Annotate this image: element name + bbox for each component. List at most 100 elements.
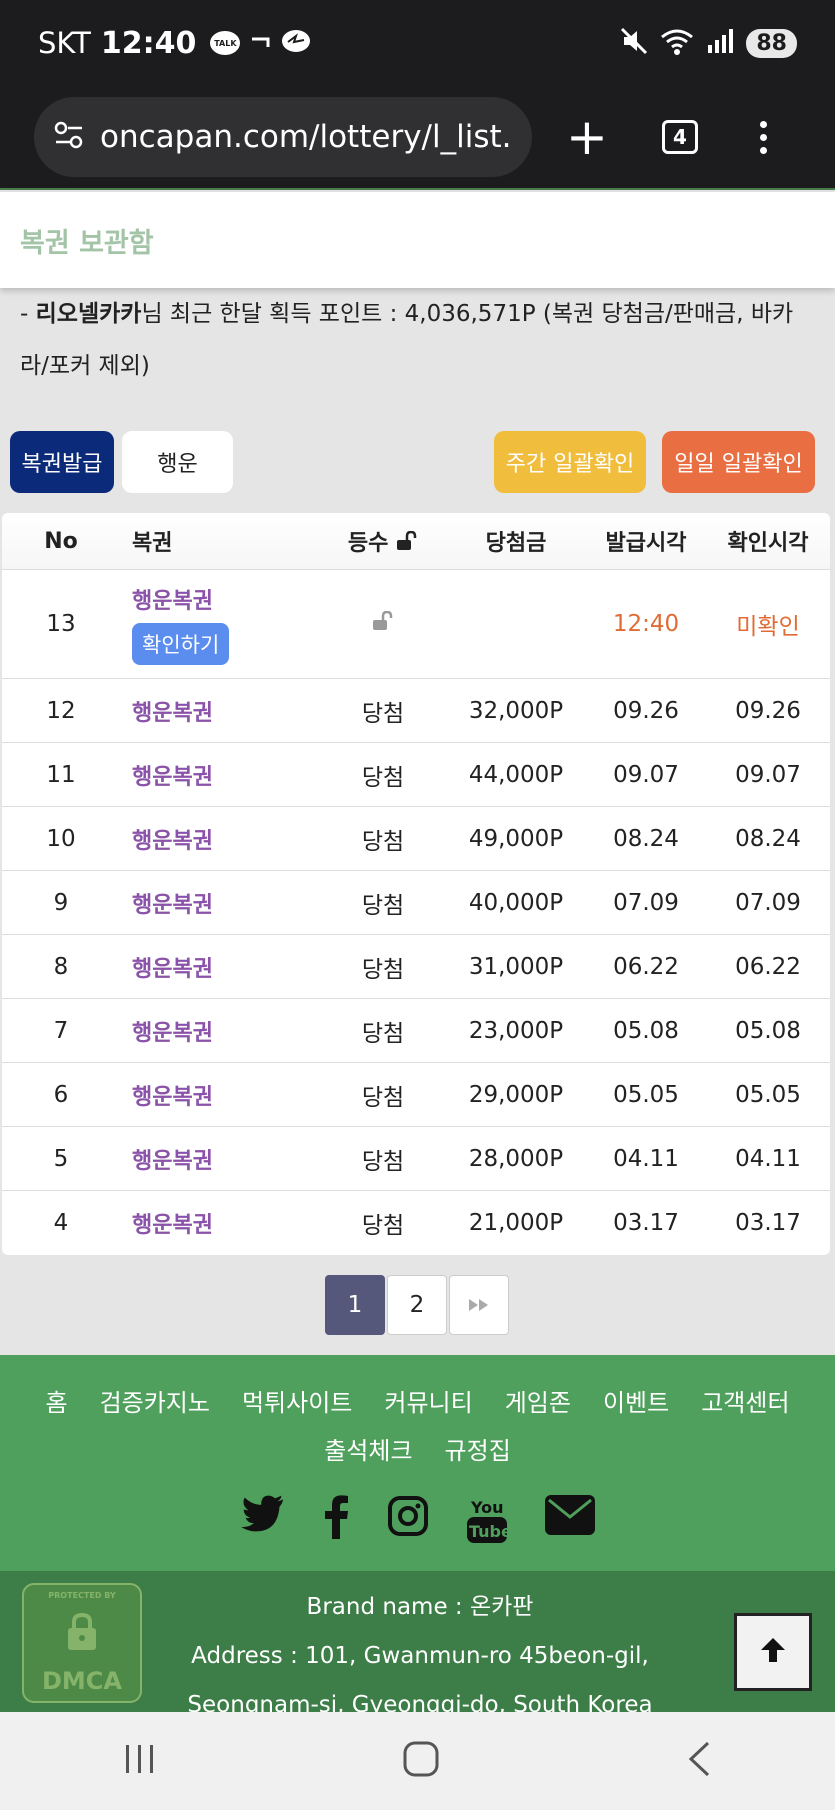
row-prize: 28,000P [468,1145,564,1172]
status-bar: SKT 12:40 TALK 88 [0,0,835,86]
brand-name: Brand name : 온카판 [306,1594,534,1620]
url-text[interactable]: oncapan.com/lottery/l_list.ph [100,119,512,155]
page-2-button[interactable]: 2 [387,1275,447,1335]
table-row: 9 행운복권 당첨 40,000P 07.09 07.09 [2,871,830,935]
mute-icon [620,27,648,59]
footer-link[interactable]: 게임존 [505,1379,571,1427]
issue-lottery-button[interactable]: 복권발급 [10,431,114,493]
address-line-2: Seongnam-si, Gyeonggi-do, South Korea [187,1692,653,1712]
scroll-to-top-button[interactable] [734,1613,812,1691]
back-icon[interactable] [686,1740,712,1782]
signal-icon [706,27,734,59]
lottery-name-link[interactable]: 행운복권 [132,589,213,614]
lottery-name-link[interactable]: 행운복권 [132,1085,213,1110]
footer-link[interactable]: 고객센터 [701,1379,789,1427]
lottery-name-link[interactable]: 행운복권 [132,829,213,854]
lottery-name-link[interactable]: 행운복권 [132,957,213,982]
row-checked: 09.07 [735,761,801,788]
address-bar[interactable]: oncapan.com/lottery/l_list.ph [34,97,532,177]
lock-open-icon [372,610,394,637]
row-prize: 29,000P [468,1081,564,1108]
row-issued: 09.07 [613,761,679,788]
svg-text:Tube: Tube [469,1522,507,1541]
table-row: 13 행운복권 확인하기 12:40 미확인 [2,570,830,679]
dmca-badge[interactable]: PROTECTED BY DMCA [22,1583,142,1703]
row-checked: 04.11 [735,1145,801,1172]
table-header: No 복권 등수 당첨금 발급시각 확인시각 [2,513,830,570]
page-header: 복권 보관함 [0,192,835,288]
instagram-icon[interactable] [387,1495,429,1545]
confirm-button[interactable]: 확인하기 [132,623,230,665]
lottery-name-link[interactable]: 행운복권 [132,701,213,726]
row-prize: 40,000P [468,889,564,916]
row-no: 10 [46,825,76,852]
row-rank: 당첨 [361,956,405,983]
new-tab-icon[interactable]: + [566,112,608,162]
page-1-button[interactable]: 1 [325,1275,385,1335]
site-settings-icon[interactable] [54,121,84,153]
footer-link[interactable]: 홈 [45,1379,67,1427]
row-checked: 07.09 [735,889,801,916]
footer-link[interactable]: 규정집 [445,1427,511,1475]
dmca-label: DMCA [42,1667,122,1695]
row-checked: 05.05 [735,1081,801,1108]
row-rank: 당첨 [361,1148,405,1175]
fast-forward-icon [468,1292,490,1318]
footer-link[interactable]: 먹튀사이트 [242,1379,352,1427]
row-rank: 당첨 [361,700,405,727]
email-icon[interactable] [544,1495,595,1545]
table-row: 7 행운복권 당첨 23,000P 05.08 05.08 [2,999,830,1063]
row-rank: 당첨 [361,892,405,919]
lottery-table: No 복권 등수 당첨금 발급시각 확인시각 13 행운복권 확인하기 12:4… [2,513,830,1255]
twitter-icon[interactable] [240,1495,285,1545]
row-checked: 미확인 [736,614,800,640]
footer-link[interactable]: 검증카지노 [100,1379,210,1427]
row-prize: 21,000P [468,1210,564,1236]
android-nav-bar [0,1712,835,1810]
row-no: 6 [53,1081,69,1108]
row-no: 12 [46,697,76,724]
table-row: 4 행운복권 당첨 21,000P 03.17 03.17 [2,1191,830,1255]
weekly-bulk-check-button[interactable]: 주간 일괄확인 [494,431,646,493]
luck-filter-button[interactable]: 행운 [122,431,233,493]
row-prize: 32,000P [468,697,564,724]
row-no: 8 [53,953,69,980]
tab-switcher-button[interactable]: 4 [661,120,698,154]
header-name: 복권 [132,531,173,556]
lottery-name-link[interactable]: 행운복권 [132,765,213,790]
facebook-icon[interactable] [323,1495,349,1545]
row-no: 11 [46,761,76,788]
youtube-icon[interactable]: You Tube [466,1495,507,1545]
row-issued: 05.08 [613,1017,679,1044]
row-issued: 07.09 [613,889,679,916]
last-page-button[interactable] [449,1275,509,1335]
lottery-name-link[interactable]: 행운복권 [132,1021,213,1046]
footer-links: 홈 검증카지노 먹튀사이트 커뮤니티 게임존 이벤트 고객센터출석체크 규정집 [0,1355,835,1475]
home-icon[interactable] [402,1740,440,1782]
lottery-name-link[interactable]: 행운복권 [132,893,213,918]
row-checked: 08.24 [735,825,801,852]
table-row: 5 행운복권 당첨 28,000P 04.11 04.11 [2,1127,830,1191]
daily-bulk-check-button[interactable]: 일일 일괄확인 [662,431,815,493]
row-no: 9 [53,889,69,916]
footer-link[interactable]: 이벤트 [603,1379,669,1427]
lottery-name-link[interactable]: 행운복권 [132,1213,213,1238]
row-rank: 당첨 [361,1084,405,1111]
more-menu-icon[interactable] [759,120,767,154]
row-rank: 당첨 [361,828,405,855]
footer-link[interactable]: 출석체크 [324,1427,412,1475]
header-prize: 당첨금 [485,531,547,556]
minus-icon [250,34,270,53]
social-links: You Tube [0,1495,835,1545]
row-issued: 03.17 [613,1210,679,1236]
header-checked: 확인시각 [727,531,809,556]
footer-link[interactable]: 커뮤니티 [384,1379,472,1427]
row-prize: 49,000P [468,825,564,852]
row-rank: 당첨 [361,1213,405,1239]
svg-text:You: You [470,1498,504,1517]
table-row: 11 행운복권 당첨 44,000P 09.07 09.07 [2,743,830,807]
lottery-name-link[interactable]: 행운복권 [132,1149,213,1174]
recent-apps-icon[interactable] [123,1743,157,1779]
header-no: No [44,528,78,554]
points-summary: - 리오넬카카님 최근 한달 획득 포인트 : 4,036,571P (복권 당… [20,301,794,379]
